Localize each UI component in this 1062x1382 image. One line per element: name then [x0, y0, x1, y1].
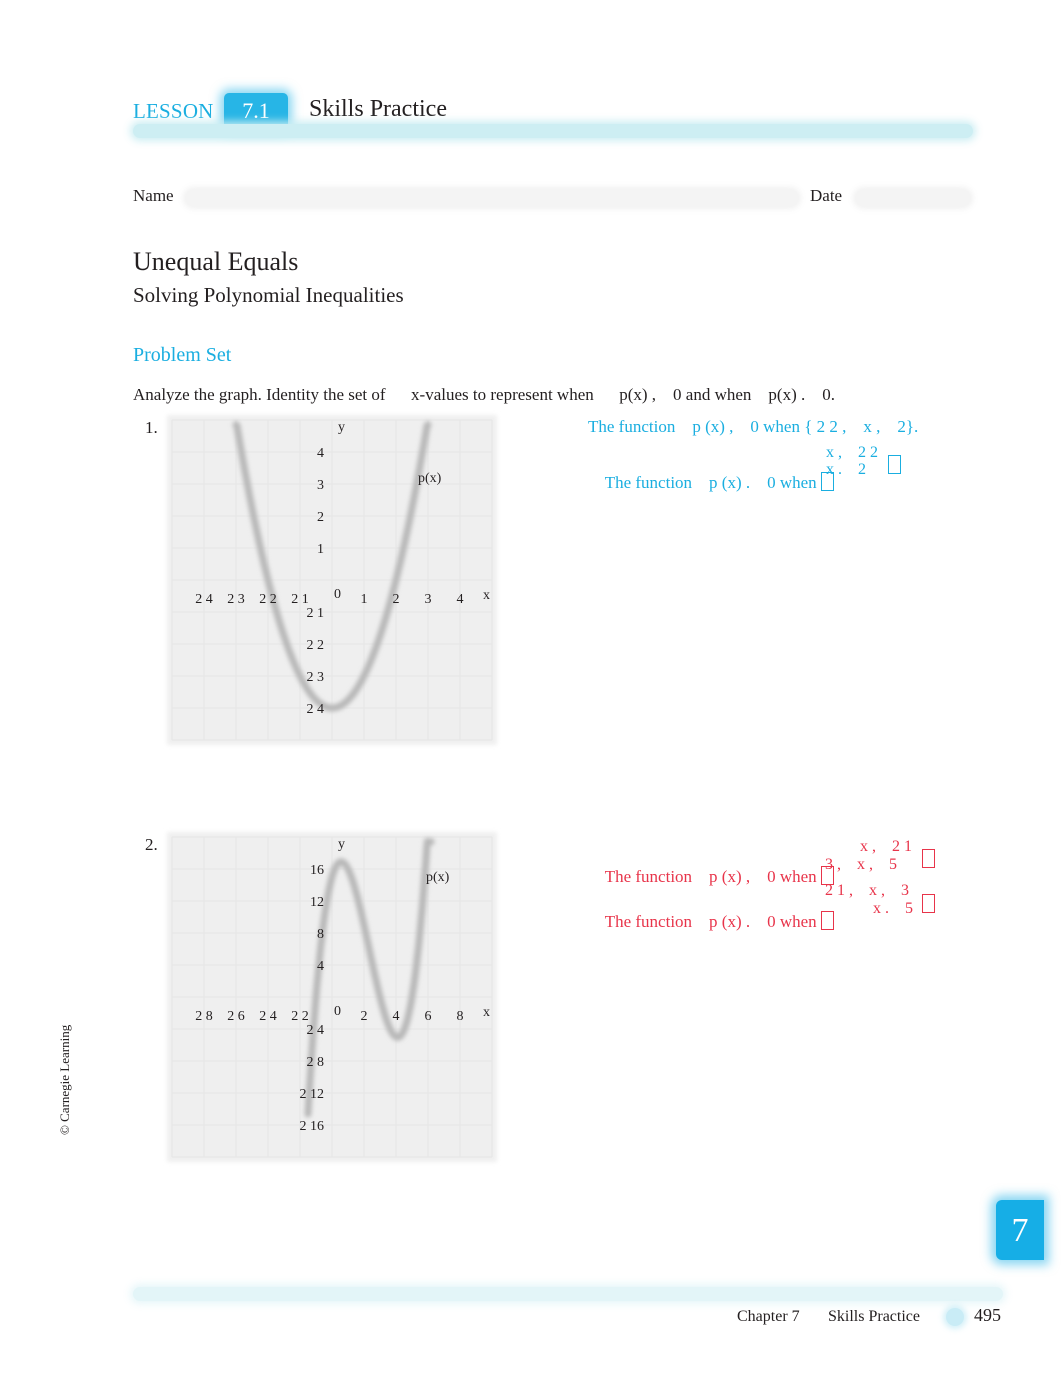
answer-greater-than: The function p (x) . 0 when 2 1 , x , 3 … — [588, 882, 935, 1012]
y-tick-label: 16 — [310, 863, 324, 878]
answer-set-top: x , 2 2 — [826, 444, 878, 461]
curve-label: p(x) — [426, 870, 450, 885]
answer-set-top: x , 2 1 — [860, 838, 912, 855]
problem-set-heading: Problem Set — [133, 344, 232, 366]
y-tick-label: 2 16 — [300, 1119, 325, 1134]
y-tick-label: 2 1 — [307, 606, 325, 621]
x-tick-label: 2 — [361, 1009, 368, 1024]
y-axis-label: y — [338, 420, 345, 435]
answer-less-than: The function p (x) , 0 when { 2 2 , x , … — [588, 417, 918, 437]
right-brace-glyph — [888, 455, 901, 474]
y-tick-label: 2 4 — [307, 702, 325, 717]
footer-dot-decoration — [946, 1308, 964, 1326]
problem-number: 1. — [145, 418, 158, 437]
date-field[interactable] — [856, 190, 970, 206]
x-tick-label: 2 — [393, 592, 400, 607]
x-tick-label: 2 2 — [291, 1009, 309, 1024]
y-tick-label: 2 — [317, 510, 324, 525]
x-tick-label: 2 6 — [227, 1009, 245, 1024]
x-tick-label: 6 — [425, 1009, 432, 1024]
y-tick-label: 4 — [317, 959, 324, 974]
chapter-tab: 7 — [996, 1200, 1044, 1260]
lesson-label: LESSON — [133, 99, 214, 123]
curve-label: p(x) — [418, 471, 442, 486]
origin-label: 0 — [334, 1004, 341, 1019]
x-tick-label: 4 — [457, 592, 464, 607]
answer-text: The function p (x) , 0 when — [604, 867, 821, 886]
x-tick-label: 2 8 — [195, 1009, 213, 1024]
lesson-title: Unequal Equals — [133, 247, 299, 276]
header-title: Skills Practice — [309, 96, 447, 122]
x-tick-label: 1 — [361, 592, 368, 607]
y-tick-label: 2 2 — [307, 638, 325, 653]
x-axis-label: x — [483, 1005, 490, 1020]
graph-2-svg: 2 82 62 42 2 2 4 6 81612842 42 82 122 160 xyp… — [167, 832, 497, 1162]
x-tick-label: 3 — [425, 592, 432, 607]
y-tick-label: 2 8 — [307, 1055, 325, 1070]
header-divider — [133, 124, 973, 138]
right-brace-glyph — [922, 894, 935, 913]
date-label: Date — [810, 186, 843, 205]
answer-text: The function p (x) . 0 when — [604, 912, 821, 931]
answer-set-bottom: x . 5 — [873, 900, 913, 917]
right-brace-glyph — [922, 849, 935, 868]
instructions: Analyze the graph. Identity the set of x… — [133, 385, 835, 404]
y-tick-label: 4 — [317, 446, 324, 461]
y-tick-label: 8 — [317, 927, 324, 942]
x-axis-label: x — [483, 588, 490, 603]
y-tick-label: 1 — [317, 542, 324, 557]
problem-1-answers: The function p (x) , 0 when { 2 2 , x , … — [588, 417, 968, 492]
answer-greater-than: The function p (x) . 0 when x , 2 2 x . … — [588, 444, 901, 573]
answer-text: The function p (x) , 0 when { 2 2 , x , … — [588, 417, 919, 436]
x-tick-label: 2 4 — [259, 1009, 277, 1024]
x-tick-label: 4 — [393, 1009, 400, 1024]
y-axis-label: y — [338, 837, 345, 852]
copyright-notice: © Carnegie Learning — [57, 1024, 72, 1135]
page-number: 495 — [974, 1305, 1001, 1325]
x-tick-label: 2 4 — [195, 592, 213, 607]
graph-1-svg: 2 4 2 3 2 2 2 1 1 2 3 4 4 3 2 1 2 1 2 2 2 3 2 4 0 x y p(x) — [167, 415, 497, 745]
problem-2-answers: The function p (x) , 0 when x , 2 1 3 , … — [588, 838, 968, 931]
x-tick-label: 2 1 — [291, 592, 309, 607]
left-brace-glyph — [820, 911, 834, 930]
y-tick-label: 2 12 — [300, 1087, 325, 1102]
name-label: Name — [133, 186, 174, 205]
problem-number: 2. — [145, 835, 158, 854]
x-tick-label: 8 — [457, 1009, 464, 1024]
y-tick-label: 2 3 — [307, 670, 325, 685]
problem-1-graph: 2 4 2 3 2 2 2 1 1 2 3 4 4 3 2 1 2 1 2 2 2 3 2 4 0 x y p(x) — [167, 415, 497, 745]
footer-chapter: Chapter 7 — [737, 1308, 800, 1325]
x-tick-label: 2 3 — [227, 592, 245, 607]
answer-text: The function p (x) . 0 when — [604, 473, 821, 492]
answer-set-bottom: 3 , x , 5 — [825, 856, 897, 873]
answer-set-top: 2 1 , x , 3 — [825, 882, 909, 899]
lesson-subtitle: Solving Polynomial Inequalities — [133, 283, 404, 307]
footer-section: Skills Practice — [828, 1308, 920, 1325]
origin-label: 0 — [334, 587, 341, 602]
name-field[interactable] — [186, 190, 798, 206]
x-tick-label: 2 2 — [259, 592, 277, 607]
y-tick-label: 12 — [310, 895, 324, 910]
problem-2-graph: 2 82 62 42 2 2 4 6 8 16 12 8 4 2 42 82 12 2 16 0 x y p… — [167, 832, 497, 1162]
answer-set-bottom: x . 2 — [826, 461, 866, 478]
y-tick-label: 3 — [317, 478, 324, 493]
y-tick-label: 2 4 — [307, 1023, 325, 1038]
footer-divider — [133, 1287, 1003, 1301]
